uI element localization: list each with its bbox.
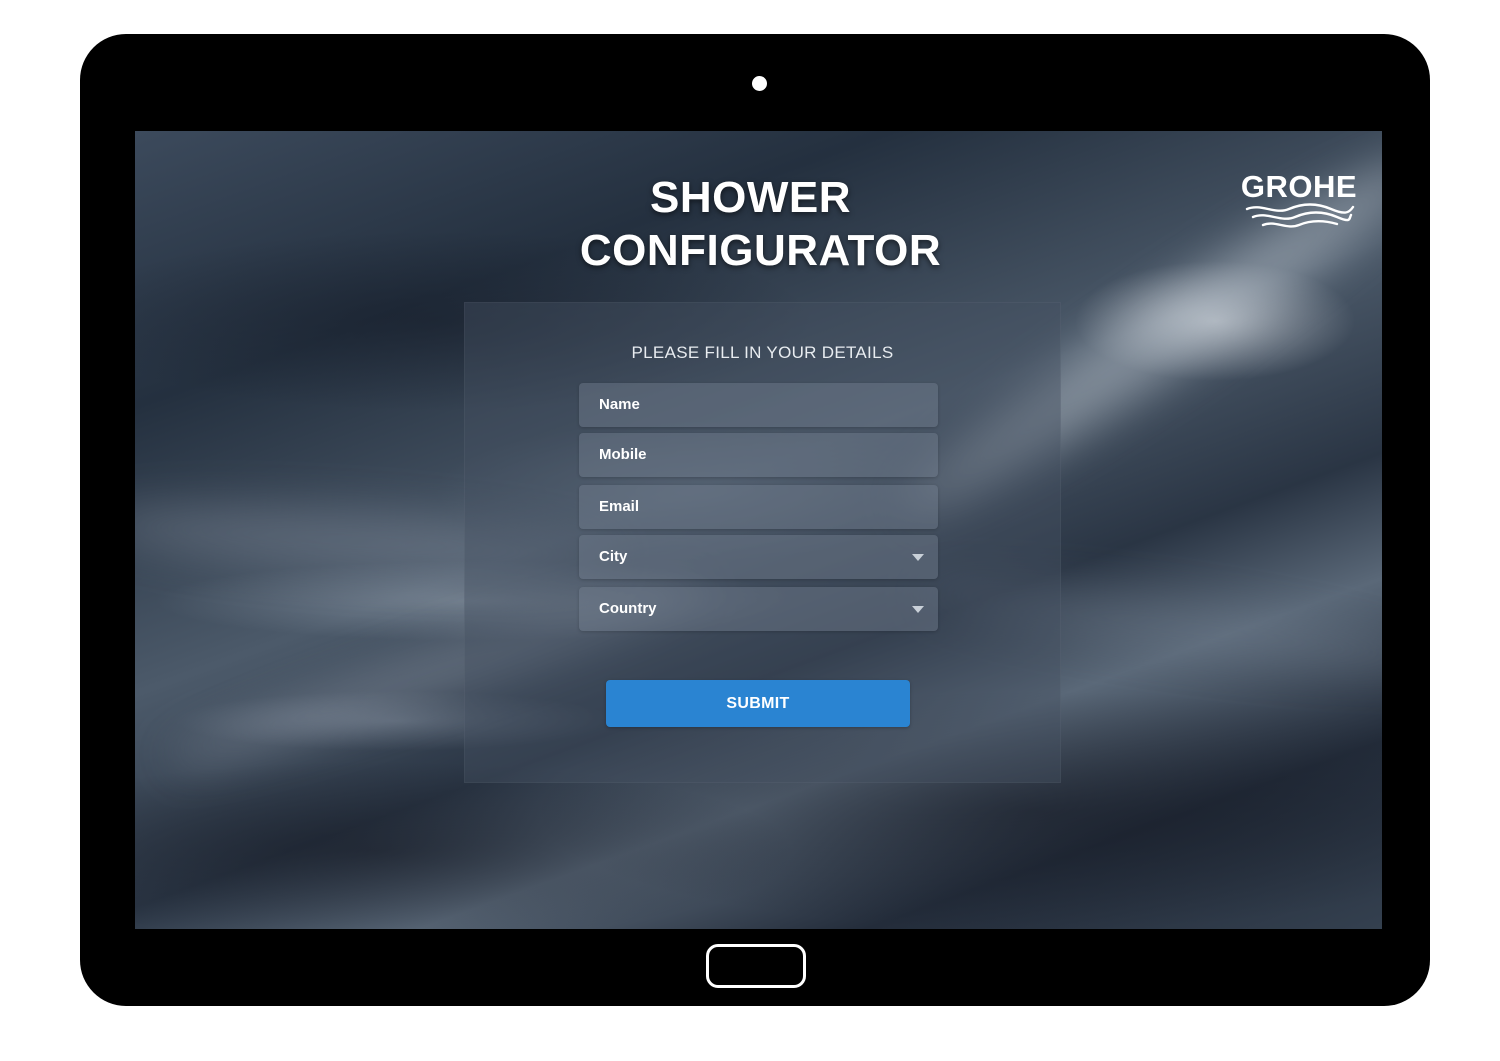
app-screen: SHOWER CONFIGURATOR GROHE PLEASE FILL IN… bbox=[135, 131, 1382, 929]
chevron-down-icon[interactable] bbox=[912, 554, 924, 561]
city-placeholder: City bbox=[599, 548, 628, 565]
form-heading: PLEASE FILL IN YOUR DETAILS bbox=[631, 343, 894, 362]
country-select[interactable]: Country bbox=[579, 587, 938, 631]
submit-button[interactable]: SUBMIT bbox=[606, 680, 910, 727]
camera-icon bbox=[752, 76, 767, 91]
name-placeholder: Name bbox=[599, 396, 640, 413]
grohe-waves-logo-icon bbox=[1245, 203, 1355, 228]
page-title-line-1: SHOWER bbox=[650, 173, 851, 222]
page-title-line-2: CONFIGURATOR bbox=[579, 226, 942, 275]
home-button[interactable] bbox=[706, 944, 806, 988]
details-form: PLEASE FILL IN YOUR DETAILS Name Mobile … bbox=[464, 302, 1061, 783]
chevron-down-icon[interactable] bbox=[912, 606, 924, 613]
email-placeholder: Email bbox=[599, 498, 640, 515]
city-select[interactable]: City bbox=[579, 535, 938, 579]
name-field[interactable]: Name bbox=[579, 383, 938, 427]
email-field[interactable]: Email bbox=[579, 485, 938, 529]
brand-name: GROHE bbox=[1240, 169, 1358, 204]
mobile-placeholder: Mobile bbox=[599, 446, 647, 463]
mobile-field[interactable]: Mobile bbox=[579, 433, 938, 477]
country-placeholder: Country bbox=[599, 600, 657, 617]
tablet-frame: SHOWER CONFIGURATOR GROHE PLEASE FILL IN… bbox=[80, 34, 1430, 1006]
brand-logo: GROHE bbox=[1239, 171, 1359, 233]
